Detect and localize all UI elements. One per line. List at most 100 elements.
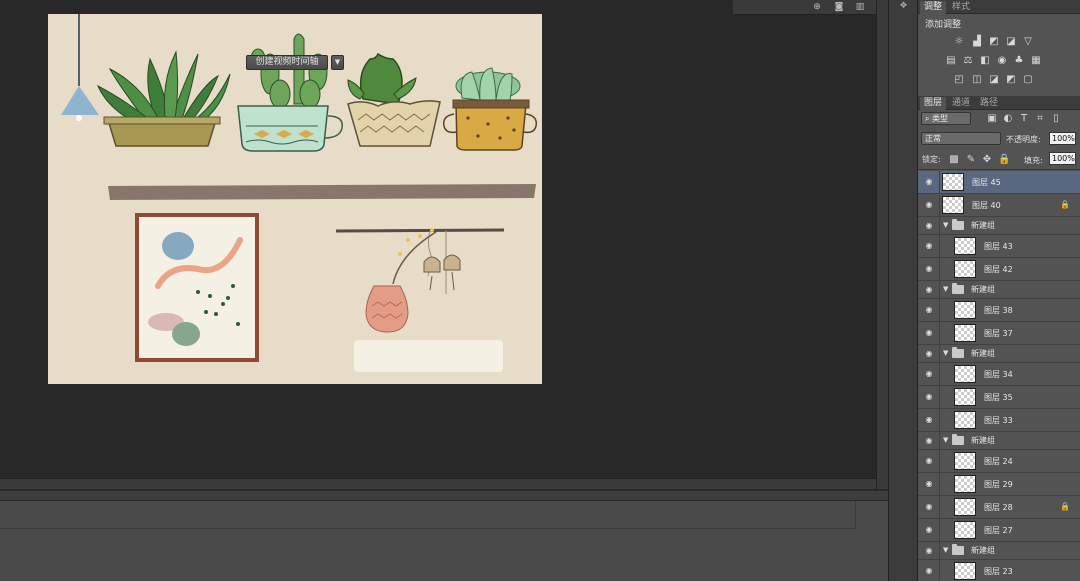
eye-icon[interactable]: ◉: [923, 369, 935, 378]
layer-row[interactable]: ◉ 图层 33: [918, 409, 1080, 432]
layer-thumbnail: [942, 173, 964, 191]
invert-icon[interactable]: ◰: [953, 74, 965, 85]
eye-icon[interactable]: ◉: [923, 285, 935, 294]
hue-saturation-icon[interactable]: ▤: [945, 55, 957, 66]
expand-triangle-icon[interactable]: ▼: [943, 546, 948, 554]
tab-layers[interactable]: 图层: [920, 97, 947, 110]
expand-triangle-icon[interactable]: ▼: [943, 221, 948, 229]
color-lookup-icon[interactable]: ▦: [1030, 55, 1042, 66]
filter-kind-label: 类型: [932, 114, 949, 123]
lock-transparency-icon[interactable]: ▩: [948, 154, 960, 165]
lock-move-icon[interactable]: ✥: [981, 154, 993, 165]
layer-group-row[interactable]: ◉ ▼ 新建组: [918, 432, 1080, 450]
layer-row[interactable]: ◉ 图层 35: [918, 386, 1080, 409]
layer-row[interactable]: ◉ 图层 38: [918, 299, 1080, 322]
photo-filter-icon[interactable]: ◉: [996, 55, 1008, 66]
camera-icon[interactable]: ◙: [833, 1, 845, 13]
horizontal-scrollbar[interactable]: [0, 478, 876, 489]
layer-row[interactable]: ◉ 图层 45: [918, 171, 1080, 194]
color-balance-icon[interactable]: ⚖: [962, 55, 974, 66]
pixel-filter-icon[interactable]: ▣: [986, 113, 998, 124]
eye-icon[interactable]: ◉: [923, 328, 935, 337]
eye-icon[interactable]: ◉: [923, 349, 935, 358]
row-divider: [939, 194, 940, 216]
threshold-icon[interactable]: ◪: [988, 74, 1000, 85]
layer-group-row[interactable]: ◉ ▼ 新建组: [918, 542, 1080, 560]
row-divider: [939, 473, 940, 495]
eye-icon[interactable]: ◉: [923, 200, 935, 209]
tab-channels[interactable]: 通道: [948, 97, 974, 110]
exposure-icon[interactable]: ◪: [1005, 36, 1017, 47]
layers-tabbar: 图层 通道 路径: [918, 96, 1080, 110]
layer-row[interactable]: ◉ 图层 40 🔒: [918, 194, 1080, 217]
black-white-icon[interactable]: ◧: [979, 55, 991, 66]
gradient-map-icon[interactable]: ◩: [1005, 74, 1017, 85]
curves-icon[interactable]: ◩: [988, 36, 1000, 47]
blend-mode-select[interactable]: 正常: [921, 132, 1001, 145]
shape-filter-icon[interactable]: ⌗: [1034, 113, 1046, 124]
expand-triangle-icon[interactable]: ▼: [943, 436, 948, 444]
eye-icon[interactable]: ◉: [923, 241, 935, 250]
smart-object-filter-icon[interactable]: ▯: [1050, 113, 1062, 124]
layer-row[interactable]: ◉ 图层 23: [918, 560, 1080, 581]
layer-row[interactable]: ◉ 图层 34: [918, 363, 1080, 386]
brightness-icon[interactable]: ☼: [953, 36, 965, 47]
eye-icon[interactable]: ◉: [923, 436, 935, 445]
layer-row[interactable]: ◉ 图层 28 🔒: [918, 496, 1080, 519]
expand-triangle-icon[interactable]: ▼: [943, 285, 948, 293]
eye-icon[interactable]: ◉: [923, 566, 935, 575]
eye-icon[interactable]: ◉: [923, 415, 935, 424]
eye-icon[interactable]: ◉: [923, 502, 935, 511]
layer-group-row[interactable]: ◉ ▼ 新建组: [918, 281, 1080, 299]
layer-row[interactable]: ◉ 图层 24: [918, 450, 1080, 473]
layer-row[interactable]: ◉ 图层 42: [918, 258, 1080, 281]
right-panels: 调整 样式 添加调整 ☼ ▟ ◩ ◪ ▽ ▤ ⚖ ◧ ◉ ♣ ▦ ◰ ◫ ◪ ◩…: [918, 0, 1080, 581]
eye-icon[interactable]: ◉: [923, 525, 935, 534]
layer-thumbnail: [954, 365, 976, 383]
row-divider: [939, 519, 940, 541]
levels-icon[interactable]: ▟: [971, 36, 983, 47]
eye-icon[interactable]: ◉: [923, 305, 935, 314]
layer-row[interactable]: ◉ 图层 29: [918, 473, 1080, 496]
expand-triangle-icon[interactable]: ▼: [943, 349, 948, 357]
selective-color-icon[interactable]: ▢: [1022, 74, 1034, 85]
eye-icon[interactable]: ◉: [923, 479, 935, 488]
collapse-icon[interactable]: ❖: [897, 1, 910, 13]
lock-all-icon[interactable]: 🔒: [998, 154, 1010, 165]
tab-paths[interactable]: 路径: [976, 97, 1002, 110]
chevron-down-icon[interactable]: ▼: [331, 55, 344, 70]
lock-brush-icon[interactable]: ✎: [965, 154, 977, 165]
timeline-side: [855, 501, 888, 529]
eye-icon[interactable]: ◉: [923, 177, 935, 186]
search-icon: ⌕: [925, 114, 933, 123]
layer-name: 图层 43: [984, 242, 1013, 251]
new-icon[interactable]: ⊕: [811, 1, 823, 13]
create-video-timeline-button[interactable]: 创建视频时间轴: [246, 55, 328, 70]
layer-row[interactable]: ◉ 图层 27: [918, 519, 1080, 542]
layer-thumbnail: [954, 411, 976, 429]
adjustment-filter-icon[interactable]: ◐: [1002, 113, 1014, 124]
vertical-scrollbar[interactable]: [876, 0, 888, 489]
type-filter-icon[interactable]: T: [1018, 113, 1030, 124]
layer-group-row[interactable]: ◉ ▼ 新建组: [918, 217, 1080, 235]
tab-styles[interactable]: 样式: [948, 1, 974, 14]
eye-icon[interactable]: ◉: [923, 264, 935, 273]
group-name: 新建组: [971, 436, 995, 445]
layer-row[interactable]: ◉ 图层 43: [918, 235, 1080, 258]
vibrance-icon[interactable]: ▽: [1022, 36, 1034, 47]
eye-icon[interactable]: ◉: [923, 456, 935, 465]
filter-kind-select[interactable]: ⌕ 类型: [921, 112, 971, 125]
eye-icon[interactable]: ◉: [923, 392, 935, 401]
posterize-icon[interactable]: ◫: [971, 74, 983, 85]
channel-mixer-icon[interactable]: ♣: [1013, 55, 1025, 66]
adjustments-tabbar: 调整 样式: [918, 0, 1080, 14]
tab-adjustments[interactable]: 调整: [920, 1, 947, 14]
layer-row[interactable]: ◉ 图层 37: [918, 322, 1080, 345]
group-name: 新建组: [971, 546, 995, 555]
opacity-field[interactable]: 100%: [1049, 132, 1076, 145]
eye-icon[interactable]: ◉: [923, 546, 935, 555]
trash-icon[interactable]: ▥: [854, 1, 866, 13]
fill-field[interactable]: 100%: [1049, 152, 1076, 165]
layer-group-row[interactable]: ◉ ▼ 新建组: [918, 345, 1080, 363]
eye-icon[interactable]: ◉: [923, 221, 935, 230]
